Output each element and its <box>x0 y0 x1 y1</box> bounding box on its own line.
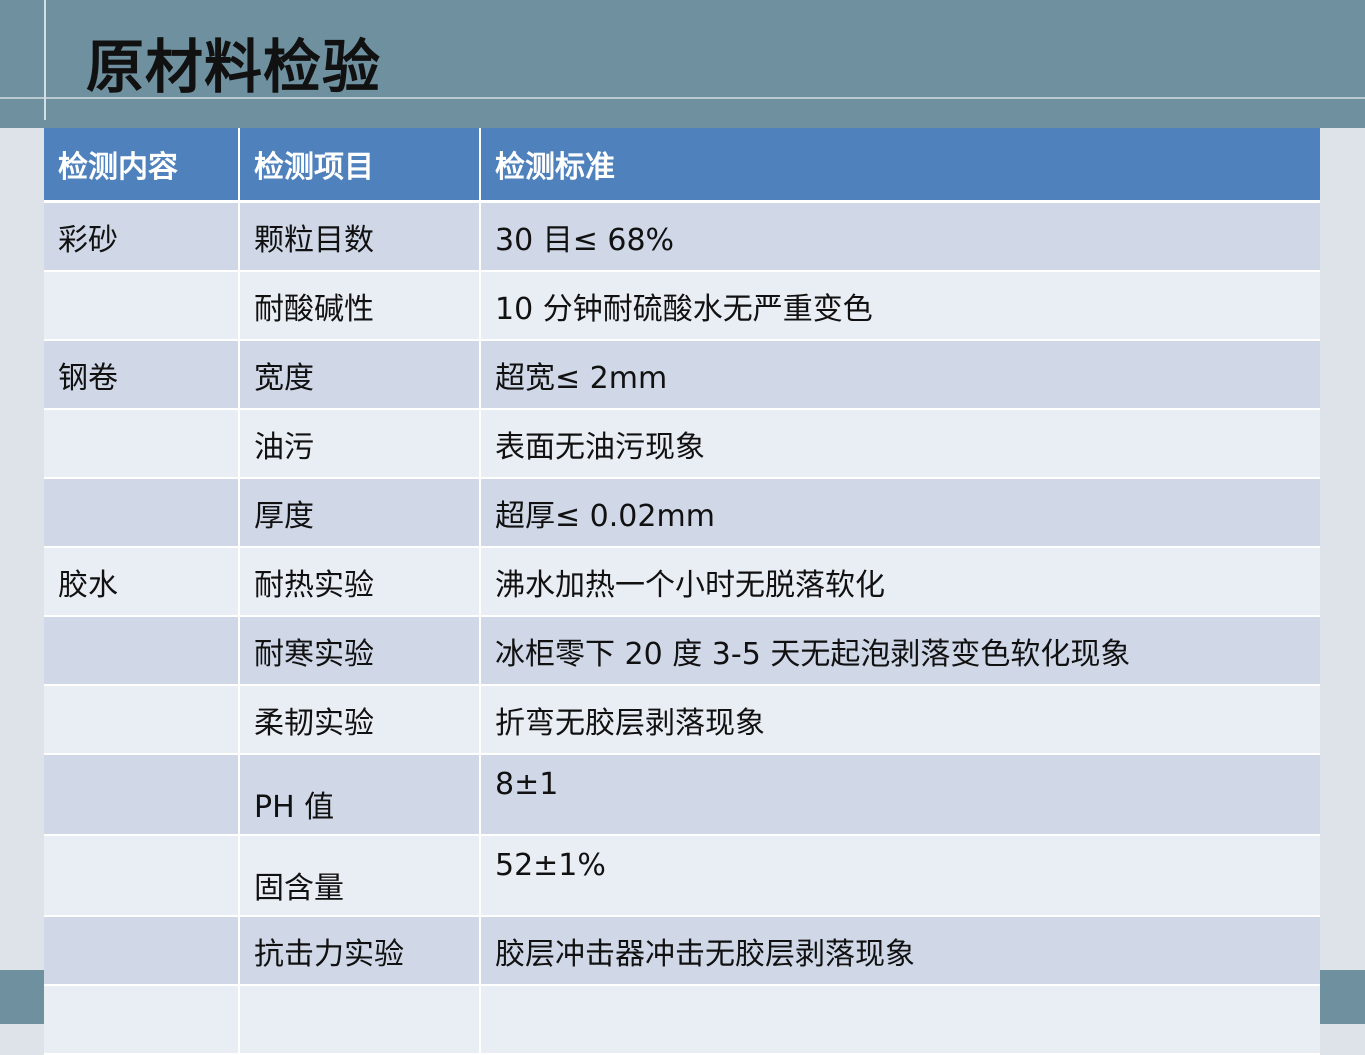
cell-item: 柔韧实验 <box>238 685 480 755</box>
inspection-table: 检测内容 检测项目 检测标准 彩砂 颗粒目数 30 目≤ 68% 耐酸碱性 10… <box>44 128 1320 1055</box>
cell-content <box>44 616 239 686</box>
cell-standard: 52±1% <box>479 835 1320 917</box>
cell-content <box>44 478 239 548</box>
cell-item: 耐酸碱性 <box>238 271 480 341</box>
cell-content: 胶水 <box>44 547 239 617</box>
cell-standard: 30 目≤ 68% <box>479 201 1320 272</box>
table-row: 柔韧实验 折弯无胶层剥落现象 <box>44 685 1320 755</box>
table-row: 彩砂 颗粒目数 30 目≤ 68% <box>44 201 1320 272</box>
cell-standard <box>479 985 1320 1055</box>
cell-item: 油污 <box>238 409 480 479</box>
cell-content <box>44 985 239 1055</box>
cell-item <box>238 985 480 1055</box>
table-row: 厚度 超厚≤ 0.02mm <box>44 478 1320 548</box>
cell-content <box>44 916 239 986</box>
cell-content: 钢卷 <box>44 340 239 410</box>
table-header-row: 检测内容 检测项目 检测标准 <box>44 128 1320 203</box>
cell-item: PH 值 <box>238 754 480 836</box>
table-row: 耐寒实验 冰柜零下 20 度 3-5 天无起泡剥落变色软化现象 <box>44 616 1320 686</box>
table-row: 钢卷 宽度 超宽≤ 2mm <box>44 340 1320 410</box>
table-row <box>44 985 1320 1055</box>
title-accent-line <box>44 0 46 120</box>
cell-content <box>44 685 239 755</box>
cell-content: 彩砂 <box>44 201 239 272</box>
table-row: PH 值 8±1 <box>44 754 1320 836</box>
page-title: 原材料检验 <box>86 33 382 101</box>
header-standard: 检测标准 <box>479 128 1320 203</box>
cell-content <box>44 271 239 341</box>
cell-standard: 表面无油污现象 <box>479 409 1320 479</box>
cell-standard: 沸水加热一个小时无脱落软化 <box>479 547 1320 617</box>
cell-item: 耐寒实验 <box>238 616 480 686</box>
cell-item: 颗粒目数 <box>238 201 480 272</box>
cell-standard: 10 分钟耐硫酸水无严重变色 <box>479 271 1320 341</box>
cell-content <box>44 754 239 836</box>
table-row: 耐酸碱性 10 分钟耐硫酸水无严重变色 <box>44 271 1320 341</box>
cell-standard: 超厚≤ 0.02mm <box>479 478 1320 548</box>
header-content: 检测内容 <box>44 128 239 203</box>
cell-item: 厚度 <box>238 478 480 548</box>
cell-item: 宽度 <box>238 340 480 410</box>
cell-content <box>44 409 239 479</box>
cell-standard: 8±1 <box>479 754 1320 836</box>
table-row: 抗击力实验 胶层冲击器冲击无胶层剥落现象 <box>44 916 1320 986</box>
cell-standard: 超宽≤ 2mm <box>479 340 1320 410</box>
table-row: 固含量 52±1% <box>44 835 1320 917</box>
cell-item: 抗击力实验 <box>238 916 480 986</box>
table-row: 油污 表面无油污现象 <box>44 409 1320 479</box>
cell-content <box>44 835 239 917</box>
table-row: 胶水 耐热实验 沸水加热一个小时无脱落软化 <box>44 547 1320 617</box>
cell-standard: 胶层冲击器冲击无胶层剥落现象 <box>479 916 1320 986</box>
inspection-table-container: 检测内容 检测项目 检测标准 彩砂 颗粒目数 30 目≤ 68% 耐酸碱性 10… <box>44 128 1320 1055</box>
header-item: 检测项目 <box>238 128 480 203</box>
cell-standard: 折弯无胶层剥落现象 <box>479 685 1320 755</box>
cell-item: 固含量 <box>238 835 480 917</box>
cell-standard: 冰柜零下 20 度 3-5 天无起泡剥落变色软化现象 <box>479 616 1320 686</box>
cell-item: 耐热实验 <box>238 547 480 617</box>
